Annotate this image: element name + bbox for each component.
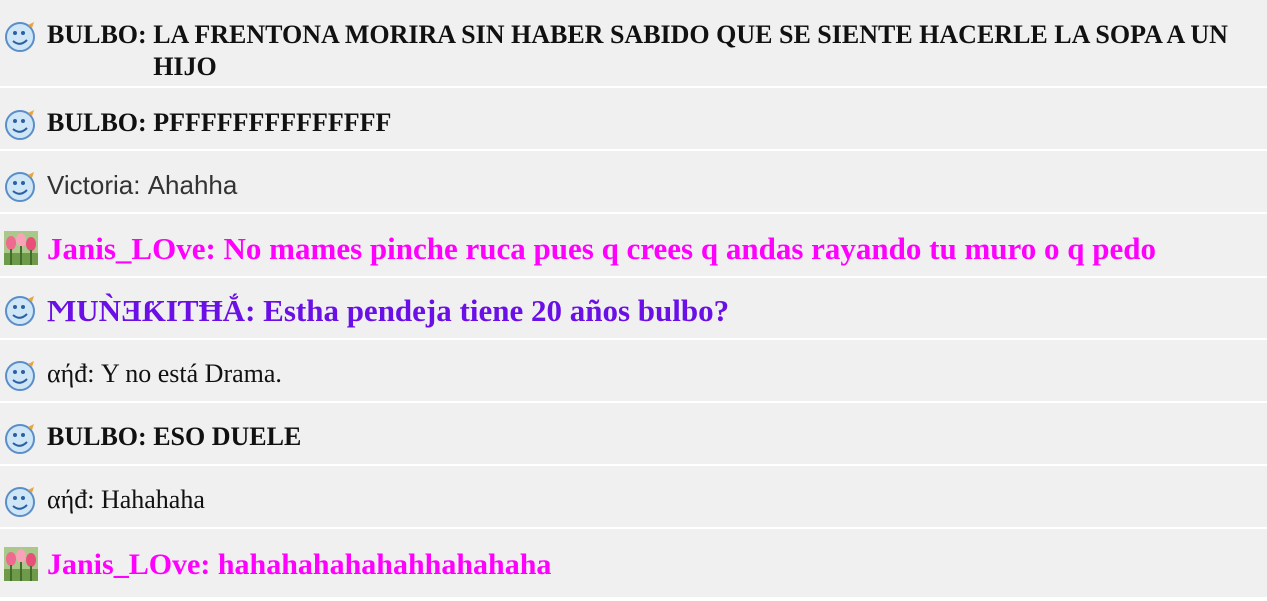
message-text: hahahahahahahhahahaha <box>217 548 552 581</box>
bird-emoticon-icon <box>5 110 35 140</box>
tulips-avatar-icon <box>4 547 38 581</box>
message-text: PFFFFFFFFFFFFFF <box>153 108 392 137</box>
chat-message: BULBO: LA FRENTONA MORIRA SIN HABER SABI… <box>0 0 1267 88</box>
message-text: Ahahha <box>147 170 238 200</box>
message-author: αήđ: <box>47 359 101 388</box>
tulips-avatar-icon <box>4 231 38 265</box>
bird-emoticon-icon <box>5 22 35 52</box>
bird-emoticon-icon <box>5 296 35 326</box>
bird-emoticon-icon <box>5 487 35 517</box>
bird-emoticon-icon <box>5 361 35 391</box>
chat-message: Victoria: Ahahha <box>0 151 1267 214</box>
message-author: αήđ: <box>47 485 101 514</box>
chat-message: Janis_LOve: hahahahahahahhahahaha <box>0 529 1267 599</box>
chat-log: BULBO: LA FRENTONA MORIRA SIN HABER SABI… <box>0 0 1267 599</box>
message-author: BULBO: <box>47 108 154 137</box>
message-text: Hahahaha <box>100 485 205 514</box>
chat-message: αήđ: Hahahaha <box>0 466 1267 529</box>
message-text: Estha pendeja tiene 20 años bulbo? <box>263 293 730 328</box>
message-author: BULBO: <box>47 422 154 451</box>
chat-message: BULBO: ESO DUELE <box>0 403 1267 466</box>
chat-message: αήđ: Y no está Drama. <box>0 340 1267 403</box>
chat-message: ϺUǸƎƘIƬĦẮ: Estha pendeja tiene 20 años b… <box>0 278 1267 340</box>
message-author: Victoria: <box>47 170 148 200</box>
message-text: No mames pinche ruca pues q crees q anda… <box>223 231 1156 266</box>
chat-message: BULBO: PFFFFFFFFFFFFFF <box>0 88 1267 151</box>
message-author: BULBO: <box>47 20 154 49</box>
message-text: LA FRENTONA MORIRA SIN HABER SABIDO QUE … <box>153 20 1228 81</box>
message-text: ESO DUELE <box>153 422 302 451</box>
message-author: Janis_LOve: <box>47 231 224 266</box>
message-author: Janis_LOve: <box>47 548 218 581</box>
chat-message: Janis_LOve: No mames pinche ruca pues q … <box>0 214 1267 278</box>
bird-emoticon-icon <box>5 172 35 202</box>
message-text: Y no está Drama. <box>100 359 282 388</box>
bird-emoticon-icon <box>5 424 35 454</box>
message-author: ϺUǸƎƘIƬĦẮ: <box>47 293 264 328</box>
